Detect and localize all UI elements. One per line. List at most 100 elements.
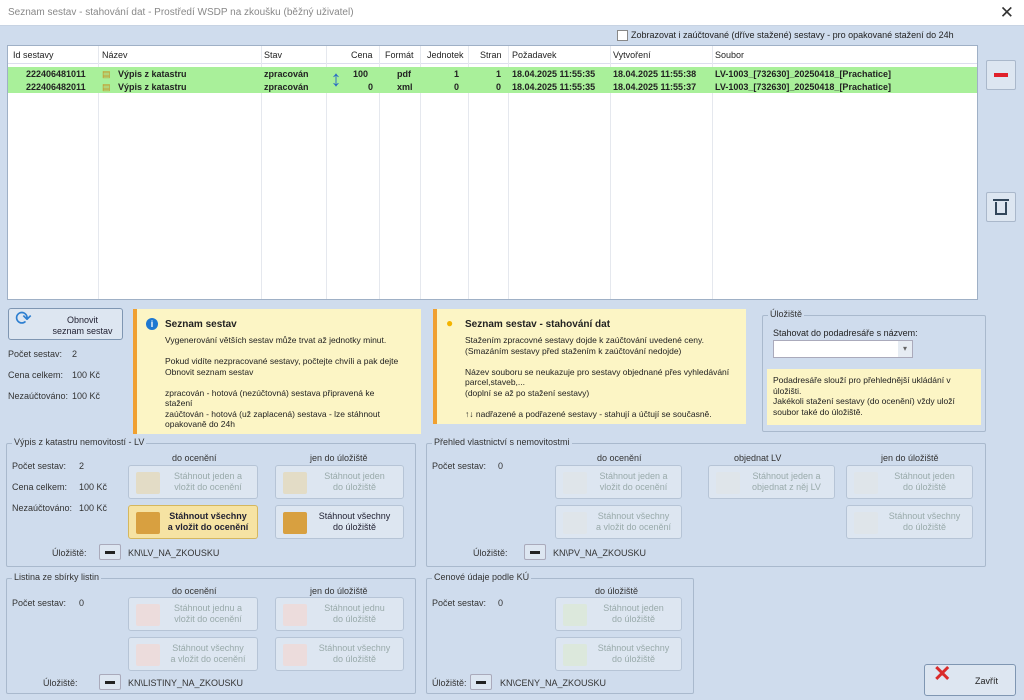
table-row[interactable]: 222406482011 ▤ Výpis z katastru zpracová… [8,80,977,93]
stats-count-label: Počet sestav: [8,349,63,359]
refresh-label-1: Obnovit [66,315,99,325]
close-label: Zavřít [975,676,999,686]
cell-request: 18.04.2025 11:55:35 [512,82,596,92]
cell-price: 100 [353,69,369,79]
info-download-title: Seznam sestav - stahování dat [465,319,611,330]
col-price[interactable]: Cena [351,50,373,60]
subdir-select[interactable]: ▾ [773,340,913,358]
folder-icon[interactable]: ▬ [470,674,492,690]
close-button[interactable]: ✕ Zavřít [924,661,1016,696]
pv-download-one-storage-button[interactable]: Stáhnout jeden do úložiště [846,465,973,499]
chart-document-icon [563,604,587,626]
cell-pages: 1 [496,69,502,79]
cell-format: xml [397,82,413,92]
col-request[interactable]: Požadavek [512,50,557,60]
refresh-button[interactable]: ⟳ Obnovit seznam sestav [8,308,123,340]
subdir-label: Stahovat do podadresáře s názvem: [773,328,918,338]
document-icon [136,472,160,494]
pdf-documents-icon [283,644,307,666]
listiny-download-all-valuation-button[interactable]: Stáhnout všechny a vložit do ocenění [128,637,258,671]
window-title: Seznam sestav - stahování dat - Prostřed… [8,7,354,18]
lv-title: Výpis z katastru nemovitostí - LV [12,437,147,447]
pv-download-all-valuation-button[interactable]: Stáhnout všechny a vložit do ocenění [555,505,682,539]
pv-download-one-order-lv-button[interactable]: Stáhnout jeden a objednat z něj LV [708,465,835,499]
lv-total-label: Cena celkem: [12,482,68,492]
info-icon: i [146,318,158,330]
folder-icon[interactable]: ▬ [99,544,121,560]
lv-download-all-storage-button[interactable]: Stáhnout všechny do úložiště [275,505,404,539]
stats-total-label: Cena celkem: [8,370,64,380]
pv-col-order: objednat LV [734,453,782,463]
info-reports-title: Seznam sestav [165,319,237,330]
close-window-icon[interactable]: ✕ [1000,3,1014,23]
listiny-download-one-storage-button[interactable]: Stáhnout jednu do úložiště [275,597,404,631]
info-reports-panel: i Seznam sestav Vygenerování větších ses… [133,309,421,434]
listiny-group: Listina ze sbírky listin Počet sestav: 0… [6,572,416,694]
listiny-col-storage: jen do úložiště [310,586,368,596]
col-units[interactable]: Jednotek [427,50,464,60]
col-name[interactable]: Název [102,50,128,60]
refresh-icon: ⟳ [15,308,32,330]
cell-request: 18.04.2025 11:55:35 [512,69,596,79]
col-state[interactable]: Stav [264,50,282,60]
stats-total: 100 Kč [72,370,101,380]
cell-pages: 0 [496,82,502,92]
reports-table[interactable]: Id sestavy Název Stav Cena Formát Jednot… [7,45,978,300]
listiny-path-label: Úložiště: [43,678,78,688]
listiny-download-all-storage-button[interactable]: Stáhnout všechny do úložiště [275,637,404,671]
pv-count: 0 [498,461,504,471]
show-charged-option[interactable]: Zobrazovat i zaúčtované (dříve stažené) … [617,30,954,42]
sum-documents-icon [563,512,587,534]
folder-icon[interactable]: ▬ [99,674,121,690]
ceny-title: Cenové údaje podle KÚ [432,572,532,582]
sum-document-icon [854,472,878,494]
pdf-documents-icon [136,644,160,666]
cell-units: 0 [454,82,460,92]
cell-state: zpracován [264,82,309,92]
col-format[interactable]: Formát [385,50,414,60]
listiny-title: Listina ze sbírky listin [12,572,102,582]
ceny-count: 0 [498,598,504,608]
pv-download-one-valuation-button[interactable]: Stáhnout jeden a vložit do ocenění [555,465,682,499]
col-pages[interactable]: Stran [480,50,502,60]
table-row[interactable]: 222406481011 ▤ Výpis z katastru zpracová… [8,67,977,80]
remove-button[interactable] [986,60,1016,90]
folder-icon[interactable]: ▬ [524,544,546,560]
listiny-count: 0 [79,598,85,608]
close-x-icon: ✕ [933,661,952,686]
lv-download-one-storage-button[interactable]: Stáhnout jeden do úložiště [275,465,404,499]
document-icon: ▤ [102,82,111,92]
lv-unbilled: 100 Kč [79,503,108,513]
lv-download-one-valuation-button[interactable]: Stáhnout jeden a vložit do ocenění [128,465,258,499]
ceny-path: KN\CENY_NA_ZKOUSKU [500,678,607,688]
ceny-download-all-storage-button[interactable]: Stáhnout všechny do úložiště [555,637,682,671]
pv-path: KN\PV_NA_ZKOUSKU [553,548,647,558]
delete-button[interactable] [986,192,1016,222]
lv-download-all-valuation-button[interactable]: Stáhnout všechny a vložit do ocenění [128,505,258,539]
lv-path: KN\LV_NA_ZKOUSKU [128,548,220,558]
lv-count-label: Počet sestav: [12,461,67,471]
listiny-download-one-valuation-button[interactable]: Stáhnout jednu a vložit do ocenění [128,597,258,631]
ceny-count-label: Počet sestav: [432,598,487,608]
cell-format: pdf [397,69,411,79]
cell-created: 18.04.2025 11:55:38 [613,69,697,79]
lv-group: Výpis z katastru nemovitostí - LV Počet … [6,437,416,567]
pdf-document-icon [136,604,160,626]
chevron-down-icon[interactable]: ▾ [898,341,912,357]
lightbulb-icon: ● [446,316,454,330]
trash-icon [993,199,1009,215]
col-file[interactable]: Soubor [715,50,744,60]
cell-created: 18.04.2025 11:55:37 [613,82,697,92]
parent-child-link-icon: ↕ [330,66,342,91]
pv-col-valuation: do ocenění [597,453,642,463]
cell-file: LV-1003_[732630]_20250418_[Prachatice] [715,82,891,92]
show-charged-checkbox[interactable] [617,30,628,42]
lv-path-label: Úložiště: [52,548,87,558]
ceny-download-one-storage-button[interactable]: Stáhnout jeden do úložiště [555,597,682,631]
cell-state: zpracován [264,69,309,79]
pv-count-label: Počet sestav: [432,461,487,471]
col-id[interactable]: Id sestavy [13,50,54,60]
pv-download-all-storage-button[interactable]: Stáhnout všechny do úložiště [846,505,973,539]
col-created[interactable]: Vytvoření [613,50,651,60]
cell-name: Výpis z katastru [118,69,187,79]
